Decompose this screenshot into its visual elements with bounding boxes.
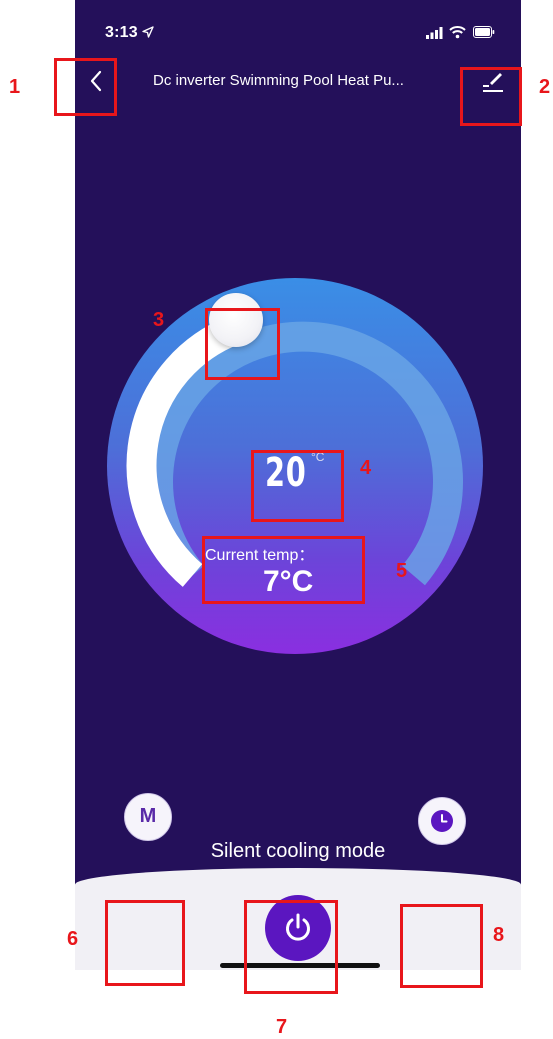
annotation-box-7: [244, 900, 338, 994]
annotation-box-4: [251, 450, 344, 522]
annotation-label-2: 2: [539, 76, 551, 98]
clock-icon: [431, 810, 453, 832]
annotation-box-6: [105, 900, 185, 986]
annotation-box-2: [460, 67, 522, 126]
annotation-label-7: 7: [276, 1016, 288, 1038]
page-title: Dc inverter Swimming Pool Heat Pu...: [153, 72, 404, 89]
annotation-label-1: 1: [9, 76, 21, 98]
annotation-label-5: 5: [396, 560, 408, 582]
timer-button[interactable]: [418, 797, 466, 845]
mode-button[interactable]: M: [124, 793, 172, 841]
location-arrow-icon: [142, 26, 154, 38]
status-bar: 3:13: [75, 0, 521, 54]
annotation-label-6: 6: [67, 928, 79, 950]
annotation-label-4: 4: [360, 457, 372, 479]
annotation-label-3: 3: [153, 309, 165, 331]
annotation-box-1: [54, 58, 117, 116]
wifi-icon: [449, 26, 466, 39]
page: 3:13 Dc inverter Swimming Pool Heat Pu..…: [0, 0, 553, 1039]
annotation-box-5: [202, 536, 365, 604]
signal-icon: [426, 27, 443, 39]
battery-icon: [473, 26, 495, 38]
mode-status-text: Silent cooling mode: [210, 840, 386, 862]
annotation-label-8: 8: [493, 924, 505, 946]
status-time: 3:13: [105, 24, 138, 41]
annotation-box-3: [205, 308, 280, 380]
nav-bar: Dc inverter Swimming Pool Heat Pu...: [75, 60, 521, 108]
annotation-box-8: [400, 904, 483, 988]
